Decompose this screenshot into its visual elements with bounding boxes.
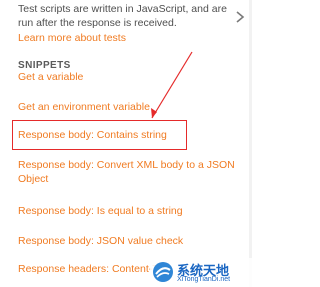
snippet-get-environment-variable[interactable]: Get an environment variable [18,100,238,114]
snippet-get-variable[interactable]: Get a variable [18,70,238,84]
snippet-response-body-convert-xml[interactable]: Response body: Convert XML body to a JSO… [18,158,238,186]
snippet-response-body-equal-string[interactable]: Response body: Is equal to a string [18,204,238,218]
watermark: 系统天地 XiTongTianDi.net [150,258,252,287]
highlight-box [12,120,187,150]
snippet-response-body-json-value-check[interactable]: Response body: JSON value check [18,234,238,248]
snippet-response-headers-content-type[interactable]: Response headers: Content-Type header ch… [18,262,158,276]
watermark-logo-icon [153,262,173,282]
watermark-url: XiTongTianDi.net [177,276,231,283]
scrollbar-track[interactable] [249,0,252,287]
tests-description: Test scripts are written in JavaScript, … [18,3,227,29]
tests-snippets-panel: Test scripts are written in JavaScript, … [0,0,252,287]
learn-more-link[interactable]: Learn more about tests [18,32,126,44]
chevron-right-icon[interactable] [233,10,247,24]
